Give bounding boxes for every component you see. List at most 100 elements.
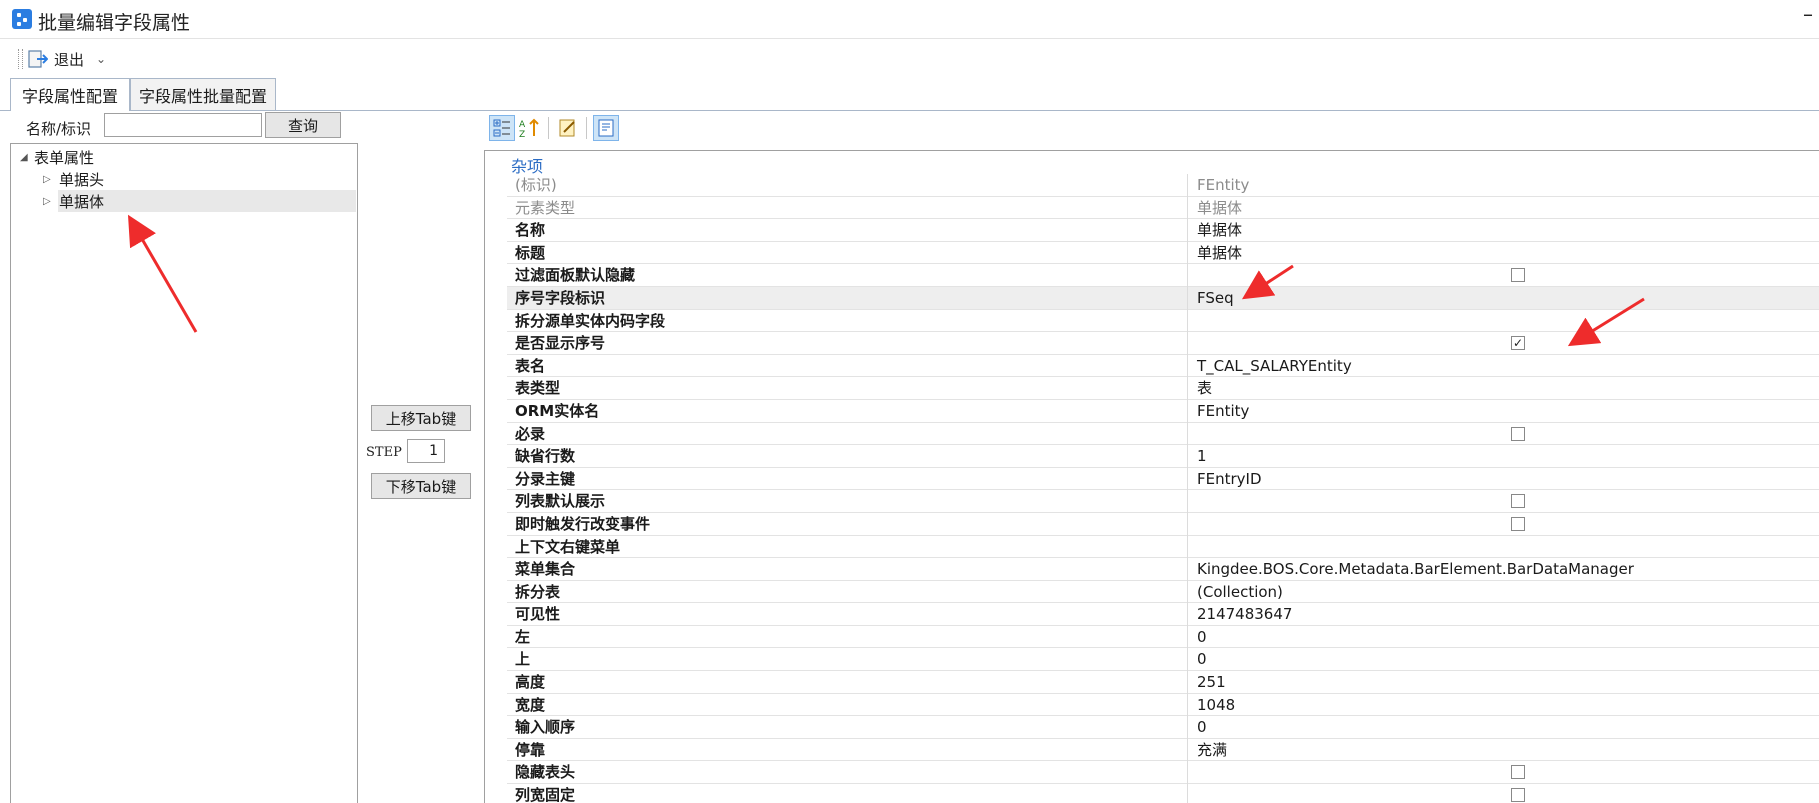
column-divider[interactable]: [1187, 535, 1188, 559]
property-row[interactable]: (标识) FEntity: [507, 174, 1819, 197]
checkbox[interactable]: [1511, 788, 1525, 803]
move-down-tab-button[interactable]: 下移Tab键: [371, 473, 471, 499]
column-divider[interactable]: [1187, 512, 1188, 536]
column-divider[interactable]: [1187, 445, 1188, 468]
checkbox[interactable]: [1511, 268, 1525, 283]
property-value[interactable]: FEntryID: [1197, 468, 1262, 490]
column-divider[interactable]: [1187, 761, 1188, 785]
property-value[interactable]: FEntity: [1197, 400, 1249, 422]
chevron-down-icon[interactable]: ⌄: [96, 52, 106, 66]
column-divider[interactable]: [1187, 399, 1188, 423]
column-divider[interactable]: [1187, 580, 1188, 604]
property-row[interactable]: 上0: [507, 648, 1819, 672]
column-divider[interactable]: [1187, 671, 1188, 694]
tree-item-body[interactable]: ▷ 单据体: [43, 190, 104, 212]
column-divider[interactable]: [1187, 558, 1188, 581]
property-row[interactable]: 输入顺序 0: [507, 716, 1819, 739]
column-divider[interactable]: [1187, 354, 1188, 378]
property-value[interactable]: 单据体: [1197, 219, 1242, 241]
property-row[interactable]: 宽度 1048: [507, 693, 1819, 717]
column-divider[interactable]: [1187, 196, 1188, 220]
property-value[interactable]: 2147483647: [1197, 603, 1292, 625]
move-up-tab-button[interactable]: 上移Tab键: [371, 405, 471, 431]
property-row[interactable]: 左0: [507, 625, 1819, 649]
column-divider[interactable]: [1187, 490, 1188, 513]
column-divider[interactable]: [1187, 241, 1188, 265]
property-value[interactable]: 表: [1197, 377, 1212, 399]
column-divider[interactable]: [1187, 603, 1188, 626]
column-divider[interactable]: [1187, 377, 1188, 400]
collapsed-triangle-icon[interactable]: ▷: [43, 174, 57, 185]
property-row[interactable]: 列表默认展示: [507, 490, 1819, 513]
property-row[interactable]: 是否显示序号 ✓: [507, 332, 1819, 355]
property-row[interactable]: 必录: [507, 422, 1819, 446]
column-divider[interactable]: [1187, 174, 1188, 197]
property-value[interactable]: 0: [1197, 626, 1207, 648]
column-divider[interactable]: [1187, 286, 1188, 310]
expanded-triangle-icon[interactable]: ◢: [20, 152, 34, 163]
property-row[interactable]: 菜单集合 Kingdee.BOS.Core.Metadata.BarElement…: [507, 558, 1819, 581]
property-row[interactable]: 元素类型 单据体: [507, 196, 1819, 220]
property-row[interactable]: 分录主键 FEntryID: [507, 467, 1819, 491]
query-button[interactable]: 查询: [265, 112, 341, 138]
alphabetical-sort-icon[interactable]: AZ: [517, 115, 543, 141]
tab-field-config[interactable]: 字段属性配置: [10, 78, 130, 111]
column-divider[interactable]: [1187, 332, 1188, 355]
property-row[interactable]: 可见性 2147483647: [507, 603, 1819, 626]
property-row[interactable]: 列宽固定: [507, 784, 1819, 803]
property-row[interactable]: 隐藏表头: [507, 761, 1819, 785]
property-value[interactable]: 0: [1197, 648, 1207, 670]
property-row[interactable]: 表名 T_CAL_SALARYEntity: [507, 354, 1819, 378]
property-row[interactable]: 表类型 表: [507, 377, 1819, 400]
checked-checkbox[interactable]: ✓: [1511, 336, 1525, 351]
checkbox[interactable]: [1511, 516, 1525, 531]
collapsed-triangle-icon[interactable]: ▷: [43, 196, 57, 207]
property-row[interactable]: 拆分表 (Collection): [507, 580, 1819, 604]
property-value[interactable]: FSeq: [1197, 287, 1234, 309]
property-pages-icon[interactable]: [555, 115, 581, 141]
property-row[interactable]: ORM实体名 FEntity: [507, 399, 1819, 423]
column-divider[interactable]: [1187, 693, 1188, 717]
property-value[interactable]: 充满: [1197, 739, 1227, 761]
column-divider[interactable]: [1187, 422, 1188, 446]
property-row[interactable]: 高度 251: [507, 671, 1819, 694]
checkbox[interactable]: [1511, 494, 1525, 509]
property-row[interactable]: 序号字段标识 FSeq: [507, 286, 1819, 310]
property-value[interactable]: T_CAL_SALARYEntity: [1197, 355, 1352, 377]
checkbox[interactable]: [1511, 426, 1525, 441]
tab-batch-config[interactable]: 字段属性批量配置: [130, 78, 276, 110]
property-value[interactable]: 1048: [1197, 694, 1235, 716]
toolbar-grip[interactable]: [18, 49, 23, 69]
column-divider[interactable]: [1187, 738, 1188, 762]
property-row[interactable]: 即时触发行改变事件: [507, 512, 1819, 536]
column-divider[interactable]: [1187, 784, 1188, 803]
exit-button[interactable]: 退出 ⌄: [28, 47, 106, 71]
checkbox[interactable]: [1511, 765, 1525, 780]
property-row[interactable]: 停靠 充满: [507, 738, 1819, 762]
column-divider[interactable]: [1187, 625, 1188, 649]
categorized-icon[interactable]: [489, 115, 515, 141]
property-value[interactable]: 1: [1197, 445, 1207, 467]
column-divider[interactable]: [1187, 264, 1188, 287]
property-value[interactable]: 251: [1197, 671, 1226, 693]
property-row[interactable]: 拆分源单实体内码字段: [507, 309, 1819, 333]
column-divider[interactable]: [1187, 716, 1188, 739]
column-divider[interactable]: [1187, 467, 1188, 491]
step-input[interactable]: 1: [407, 439, 445, 463]
column-divider[interactable]: [1187, 648, 1188, 672]
minimize-button[interactable]: –: [1803, 2, 1813, 26]
property-value[interactable]: (Collection): [1197, 581, 1283, 603]
property-row[interactable]: 标题 单据体: [507, 241, 1819, 265]
property-value[interactable]: 0: [1197, 716, 1207, 738]
property-value[interactable]: 单据体: [1197, 242, 1242, 264]
property-row[interactable]: 过滤面板默认隐藏: [507, 264, 1819, 287]
description-pane-icon[interactable]: [593, 115, 619, 141]
tree-item-header[interactable]: ▷ 单据头: [43, 168, 104, 190]
tree-item-form-properties[interactable]: ◢ 表单属性: [20, 146, 94, 168]
property-row[interactable]: 缺省行数 1: [507, 445, 1819, 468]
search-input[interactable]: [104, 113, 262, 137]
property-row[interactable]: 上下文右键菜单: [507, 535, 1819, 559]
column-divider[interactable]: [1187, 219, 1188, 242]
column-divider[interactable]: [1187, 309, 1188, 333]
property-value[interactable]: Kingdee.BOS.Core.Metadata.BarElement.Bar…: [1197, 558, 1634, 580]
